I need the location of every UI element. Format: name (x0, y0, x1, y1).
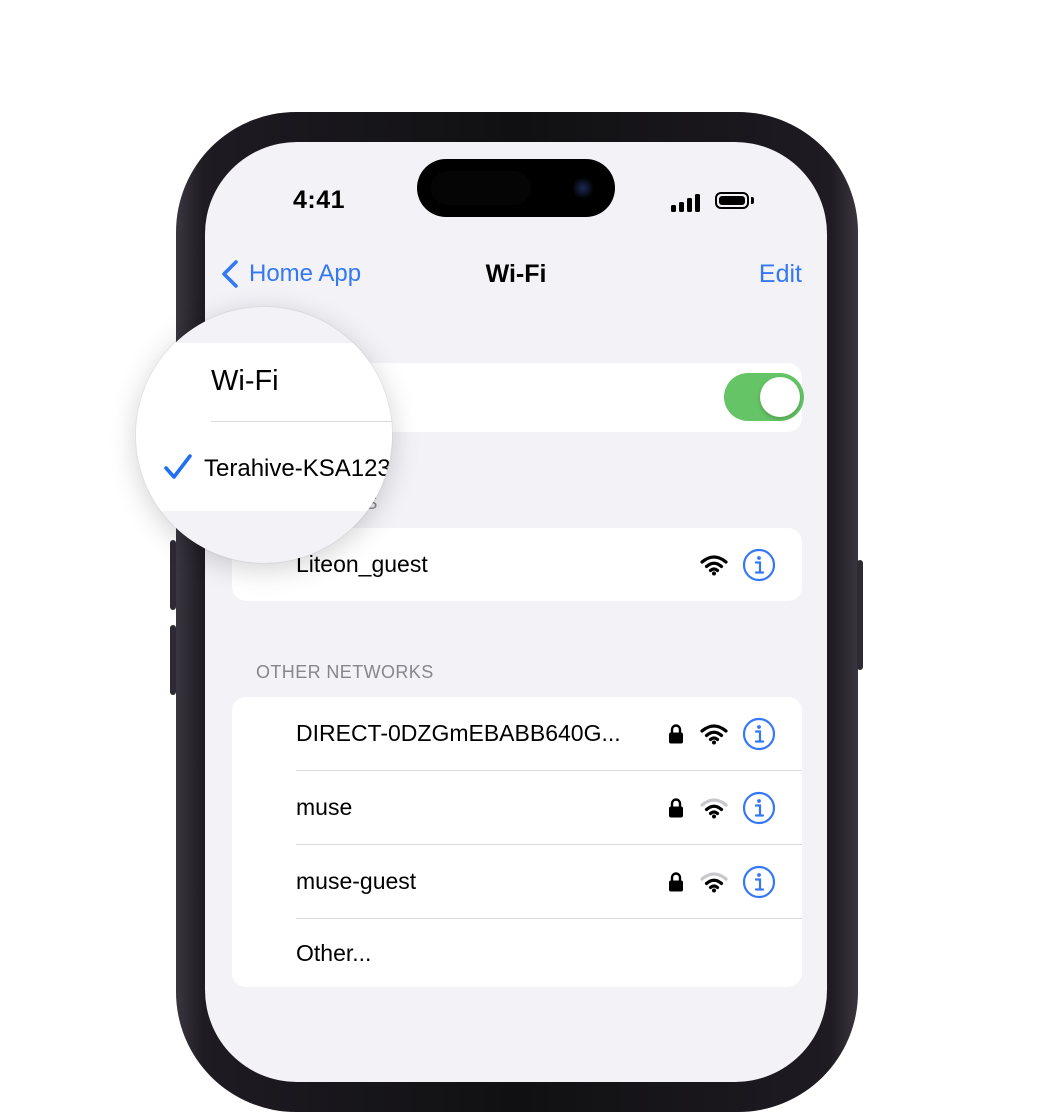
network-name: muse-guest (296, 868, 417, 894)
network-name: Liteon_guest (296, 551, 428, 577)
other-networks-section-label: OTHER NETWORKS (256, 662, 434, 682)
wifi-signal-full-icon (700, 554, 728, 575)
lock-icon (669, 871, 683, 891)
network-row-muse[interactable]: muse (232, 771, 802, 844)
network-name: muse (296, 794, 353, 820)
magnifier-callout: Wi-Fi Terahive-KSA123 (136, 307, 392, 563)
lock-icon (669, 797, 683, 817)
checkmark-icon (164, 454, 192, 479)
other-network-row[interactable]: Other... (232, 919, 802, 987)
network-name: DIRECT-0DZGmEBABB640G... (296, 720, 621, 746)
other-network-label: Other... (296, 939, 372, 966)
network-row-muse-guest[interactable]: muse-guest (232, 845, 802, 918)
page-title: Wi-Fi (485, 260, 547, 288)
front-camera (573, 178, 593, 198)
lock-icon (669, 723, 683, 743)
power-button (857, 560, 863, 670)
cellular-signal-icon (671, 194, 703, 212)
dynamic-island (417, 159, 615, 217)
edit-button[interactable]: Edit (759, 260, 802, 289)
wifi-signal-weak-icon (700, 797, 728, 818)
wifi-signal-full-icon (700, 723, 728, 744)
toggle-knob (760, 377, 800, 417)
info-icon[interactable] (742, 791, 776, 825)
other-networks-card: DIRECT-0DZGmEBABB640G... muse muse-guest… (232, 697, 802, 987)
info-icon[interactable] (742, 548, 776, 582)
current-network-name[interactable]: Terahive-KSA123 (204, 455, 391, 483)
volume-down-button (170, 625, 176, 695)
face-id-sensor (431, 171, 531, 205)
battery-icon (715, 192, 749, 209)
wifi-toggle[interactable] (724, 373, 804, 421)
magnified-wifi-label: Wi-Fi (211, 365, 279, 397)
status-time: 4:41 (293, 186, 346, 214)
volume-up-button (170, 540, 176, 610)
wifi-signal-weak-icon (700, 871, 728, 892)
battery-tip (751, 197, 754, 204)
phone-screen: 4:41 Home App Wi-Fi Edit KS Liteon_guest (205, 142, 827, 1082)
info-icon[interactable] (742, 865, 776, 899)
magnified-separator (211, 421, 392, 422)
network-row-direct[interactable]: DIRECT-0DZGmEBABB640G... (232, 697, 802, 770)
info-icon[interactable] (742, 717, 776, 751)
